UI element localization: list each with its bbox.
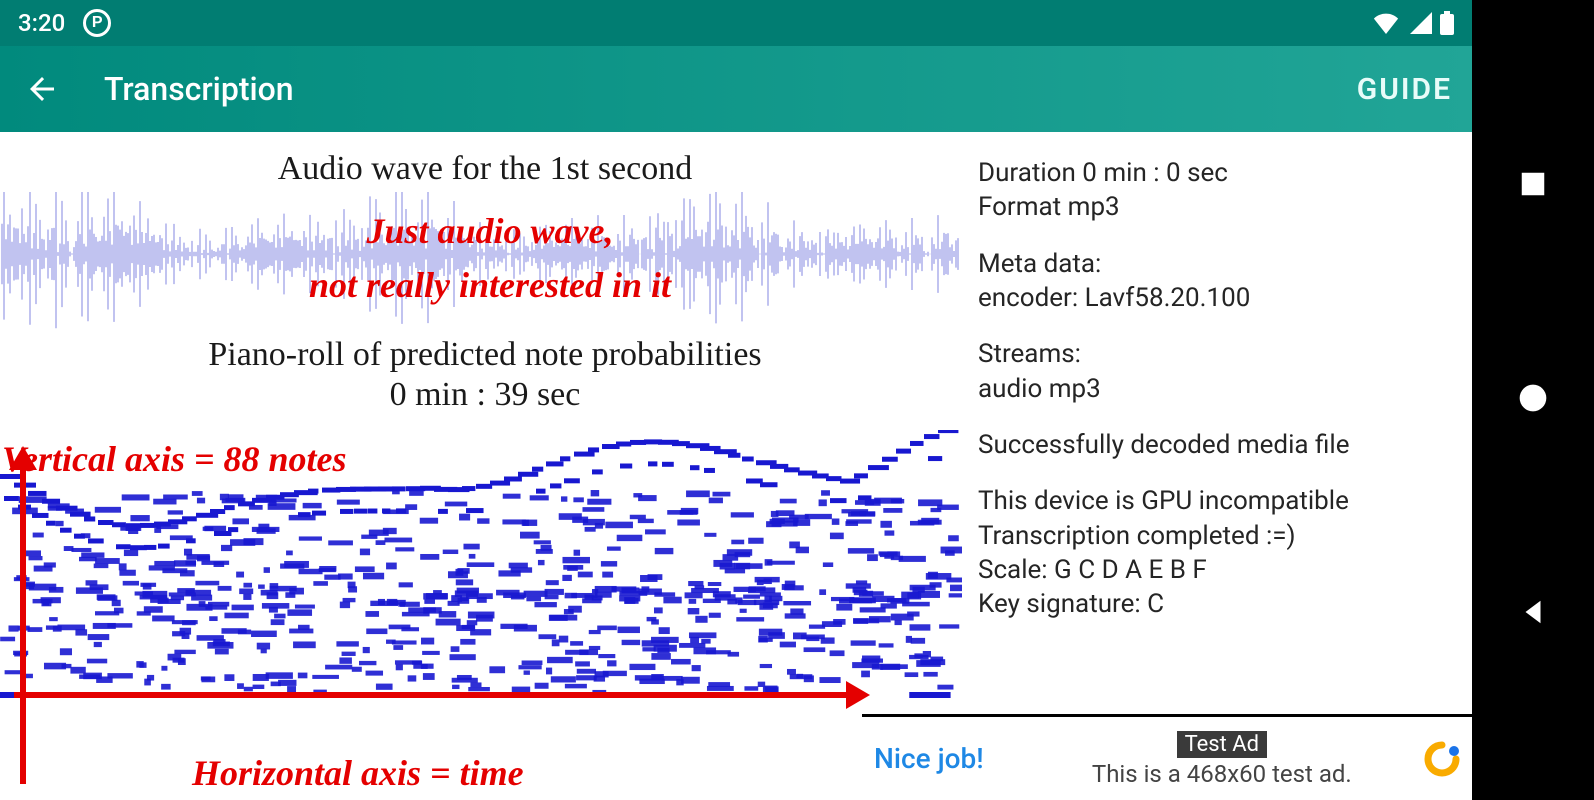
content-area: Audio wave for the 1st second Piano-roll…: [0, 132, 1472, 800]
square-icon: [1518, 169, 1548, 199]
app-bar: Transcription GUIDE: [0, 46, 1472, 132]
info-key: Key signature: C: [978, 587, 1458, 621]
device-frame: 3:20 Transcription GUIDE Audio wave for …: [0, 0, 1594, 800]
info-meta-label: Meta data:: [978, 247, 1458, 281]
info-duration-block: Duration 0 min : 0 sec Format mp3: [978, 156, 1458, 225]
nav-home-button[interactable]: [1517, 382, 1549, 418]
piano-roll: [0, 430, 962, 706]
battery-icon: [1440, 11, 1454, 35]
app-bar-title: Transcription: [104, 70, 1357, 108]
info-gpu: This device is GPU incompatible: [978, 484, 1458, 518]
wifi-icon: [1372, 12, 1400, 34]
left-pane: Audio wave for the 1st second Piano-roll…: [0, 132, 970, 800]
signal-icon: [1408, 12, 1432, 34]
info-completed: Transcription completed :=): [978, 519, 1458, 553]
android-navbar: [1472, 0, 1594, 800]
ad-badge: Test Ad: [1177, 731, 1268, 758]
info-meta-block: Meta data: encoder: Lavf58.20.100: [978, 247, 1458, 316]
screen: 3:20 Transcription GUIDE Audio wave for …: [0, 0, 1472, 800]
info-pane: Duration 0 min : 0 sec Format mp3 Meta d…: [970, 132, 1472, 800]
info-format: Format mp3: [978, 190, 1458, 224]
arrow-left-icon: [24, 71, 60, 107]
ad-body: Test Ad This is a 468x60 test ad.: [1020, 729, 1424, 788]
nav-back-button[interactable]: [1518, 597, 1548, 631]
info-duration: Duration 0 min : 0 sec: [978, 156, 1458, 190]
status-bar: 3:20: [0, 0, 1472, 46]
wave-title: Audio wave for the 1st second: [0, 132, 970, 188]
y-axis-arrow: [20, 464, 26, 784]
x-axis-arrow: [14, 692, 852, 698]
ad-nice-job: Nice job!: [874, 742, 984, 775]
annotation-horizontal-axis: Horizontal axis = time: [192, 752, 524, 794]
ad-banner[interactable]: Nice job! Test Ad This is a 468x60 test …: [862, 714, 1472, 800]
ad-text: This is a 468x60 test ad.: [1092, 760, 1352, 788]
piano-roll-time: 0 min : 39 sec: [0, 376, 970, 414]
status-right: [1372, 11, 1454, 35]
piano-roll-title: Piano-roll of predicted note probabiliti…: [0, 336, 970, 374]
admob-icon: [1424, 741, 1460, 777]
audio-waveform: [0, 192, 960, 334]
triangle-left-icon: [1518, 597, 1548, 627]
info-encoder: encoder: Lavf58.20.100: [978, 281, 1458, 315]
guide-button[interactable]: GUIDE: [1357, 72, 1452, 107]
info-result-block: This device is GPU incompatible Transcri…: [978, 484, 1458, 621]
back-button[interactable]: [14, 61, 70, 117]
nav-recent-button[interactable]: [1518, 169, 1548, 203]
app-icon: [83, 9, 111, 37]
info-decoded: Successfully decoded media file: [978, 428, 1458, 462]
info-streams-label: Streams:: [978, 337, 1458, 371]
info-scale: Scale: G C D A E B F: [978, 553, 1458, 587]
circle-icon: [1517, 382, 1549, 414]
info-streams-value: audio mp3: [978, 372, 1458, 406]
info-streams-block: Streams: audio mp3: [978, 337, 1458, 406]
status-left: 3:20: [18, 9, 111, 37]
status-time: 3:20: [18, 9, 65, 37]
